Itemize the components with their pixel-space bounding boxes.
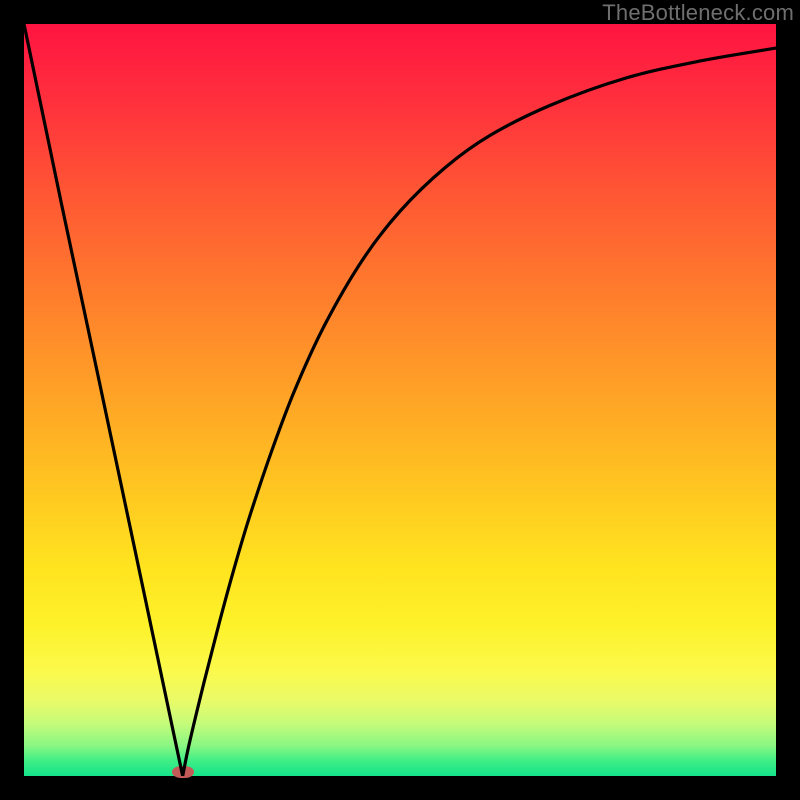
curve-svg (24, 24, 776, 776)
watermark-text: TheBottleneck.com (602, 0, 794, 26)
bottleneck-curve (24, 24, 776, 776)
